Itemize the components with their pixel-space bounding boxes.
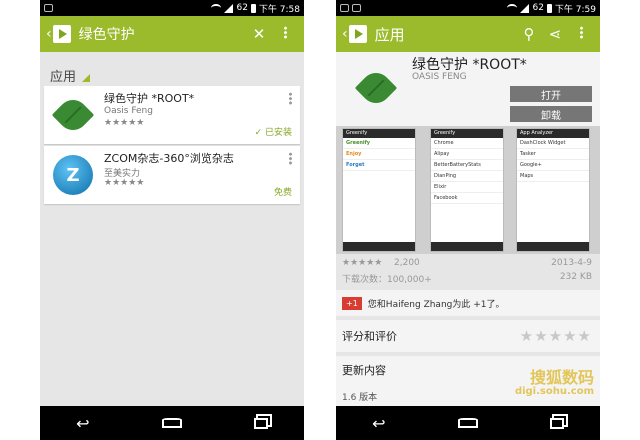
section-corner-icon <box>82 73 91 82</box>
app-header: 绿色守护 *ROOT* OASIS FENG 打开 卸载 <box>336 52 600 126</box>
screenshot-row: Enjoy <box>343 149 415 160</box>
screenshot-row: Chrome <box>431 138 503 149</box>
uninstall-button[interactable]: 卸载 <box>510 106 592 122</box>
app-rating: ★★★★★ <box>104 178 145 188</box>
status-bar: 62 下午 7:58 <box>40 0 304 16</box>
battery-level: 62 <box>532 3 544 13</box>
plus-one-row[interactable]: +1 您和Haifeng Zhang为此 +1了。 <box>336 290 600 316</box>
home-nav-icon[interactable] <box>457 418 478 428</box>
version-text: 1.6 版本 <box>342 393 378 403</box>
overflow-menu-icon[interactable] <box>272 25 298 43</box>
reviews-section[interactable]: 评分和评价 ★★★★★ <box>336 320 600 352</box>
play-store-icon[interactable] <box>52 25 71 43</box>
update-date: 2013-4-9 <box>551 258 592 268</box>
signal-icon <box>224 3 234 13</box>
back-chevron-icon[interactable]: ‹ <box>342 26 348 42</box>
search-input[interactable]: 绿色守护 <box>79 24 246 44</box>
section-title: 应用 <box>50 70 77 85</box>
screenshot-header: Greenify <box>431 129 503 138</box>
share-icon[interactable]: ⋖ <box>542 25 568 43</box>
screenshot-row: Forget <box>343 160 415 171</box>
app-developer[interactable]: OASIS FENG <box>412 72 467 82</box>
page-title: 应用 <box>374 25 405 44</box>
screenshot-row: DashClock Widget <box>517 138 589 149</box>
rate-stars[interactable]: ★★★★★ <box>520 327 592 345</box>
leaf-icon <box>354 66 398 110</box>
app-result-card[interactable]: 绿色守护 *ROOT* Oasis Feng ★★★★★ ✓ 已安装 <box>44 86 300 144</box>
screenshot-thumbnail[interactable]: Greenify Greenify Enjoy Forget <box>342 128 416 252</box>
rating-stars: ★★★★★ <box>342 258 383 268</box>
notification-icon <box>352 4 361 12</box>
leaf-icon <box>50 92 96 138</box>
recent-apps-icon[interactable] <box>549 417 564 429</box>
screenshot-row: Alipay <box>431 149 503 160</box>
screenshot-footer <box>517 242 589 251</box>
plus-one-text: 您和Haifeng Zhang为此 +1了。 <box>367 299 505 310</box>
home-nav-icon[interactable] <box>161 418 182 428</box>
search-icon[interactable]: ⚲ <box>516 25 542 43</box>
overflow-menu-icon[interactable] <box>568 25 594 43</box>
action-bar: ‹ 应用 ⚲ ⋖ <box>336 16 600 52</box>
wifi-icon <box>507 4 518 12</box>
notification-icon <box>44 4 53 12</box>
screenshot-row: Elixir <box>431 182 503 193</box>
rating-count: 2,200 <box>394 258 420 268</box>
back-nav-icon[interactable]: ↩ <box>76 414 89 433</box>
app-size: 232 KB <box>559 272 592 282</box>
card-menu-icon[interactable] <box>289 90 292 109</box>
app-developer: Oasis Feng <box>104 106 153 116</box>
app-name: ZCOM杂志-360°浏览杂志 <box>104 152 234 165</box>
screenshot-footer <box>343 242 415 251</box>
screenshot-row: Google+ <box>517 160 589 171</box>
reviews-label: 评分和评价 <box>342 330 397 343</box>
screenshot-row: DianPing <box>431 171 503 182</box>
zcom-icon: Z <box>50 152 96 198</box>
screenshot-gallery[interactable]: Greenify Greenify Enjoy Forget Greenify … <box>336 126 600 254</box>
watermark: 搜狐数码 <box>529 368 594 387</box>
installed-badge: ✓ 已安装 <box>254 128 292 138</box>
screenshot-row: Maps <box>517 171 589 182</box>
app-title: 绿色守护 *ROOT* <box>412 57 527 73</box>
battery-icon <box>546 3 552 13</box>
wifi-icon <box>211 4 222 12</box>
download-count: 下载次数：100,000+ <box>342 275 432 285</box>
search-results-screen: 62 下午 7:58 ‹ 绿色守护 ✕ 应用 绿色守护 *ROOT* Oasis… <box>40 0 304 440</box>
screenshot-header: Greenify <box>343 129 415 138</box>
battery-icon <box>250 3 256 13</box>
screenshot-row: Tasker <box>517 149 589 160</box>
google-plus-one-button[interactable]: +1 <box>342 296 362 310</box>
screenshot-footer <box>431 242 503 251</box>
watermark-url: digi.sohu.com <box>514 386 594 397</box>
open-button[interactable]: 打开 <box>510 86 592 102</box>
notification-icon <box>340 4 349 12</box>
screenshot-header: App Analyzer <box>517 129 589 138</box>
card-menu-icon[interactable] <box>289 150 292 169</box>
screenshot-thumbnail[interactable]: Greenify Chrome Alipay BetterBatteryStat… <box>430 128 504 252</box>
search-bar: ‹ 绿色守护 ✕ <box>40 16 304 52</box>
screenshot-thumbnail[interactable]: App Analyzer DashClock Widget Tasker Goo… <box>516 128 590 252</box>
app-name: 绿色守护 *ROOT* <box>104 92 195 105</box>
app-result-card[interactable]: Z ZCOM杂志-360°浏览杂志 至美实力 ★★★★★ 免费 <box>44 146 300 204</box>
screenshot-row: Facebook <box>431 193 503 204</box>
whats-new-label: 更新内容 <box>342 364 386 377</box>
clear-search-icon[interactable]: ✕ <box>246 25 272 43</box>
battery-level: 62 <box>236 3 248 13</box>
screenshot-row: Greenify <box>343 138 415 149</box>
recent-apps-icon[interactable] <box>253 417 268 429</box>
app-rating: ★★★★★ <box>104 118 145 128</box>
app-detail-screen: 62 下午 7:59 ‹ 应用 ⚲ ⋖ 绿色守护 *ROOT* OASIS FE… <box>336 0 600 440</box>
back-chevron-icon[interactable]: ‹ <box>46 26 52 42</box>
back-nav-icon[interactable]: ↩ <box>372 414 385 433</box>
screenshot-row: BetterBatteryStats <box>431 160 503 171</box>
signal-icon <box>520 3 530 13</box>
navigation-bar: ↩ <box>336 406 600 440</box>
clock: 下午 7:58 <box>258 4 300 15</box>
navigation-bar: ↩ <box>40 406 304 440</box>
price-badge: 免费 <box>273 188 292 198</box>
clock: 下午 7:59 <box>554 4 596 15</box>
status-bar: 62 下午 7:59 <box>336 0 600 16</box>
play-store-icon[interactable] <box>348 25 367 43</box>
